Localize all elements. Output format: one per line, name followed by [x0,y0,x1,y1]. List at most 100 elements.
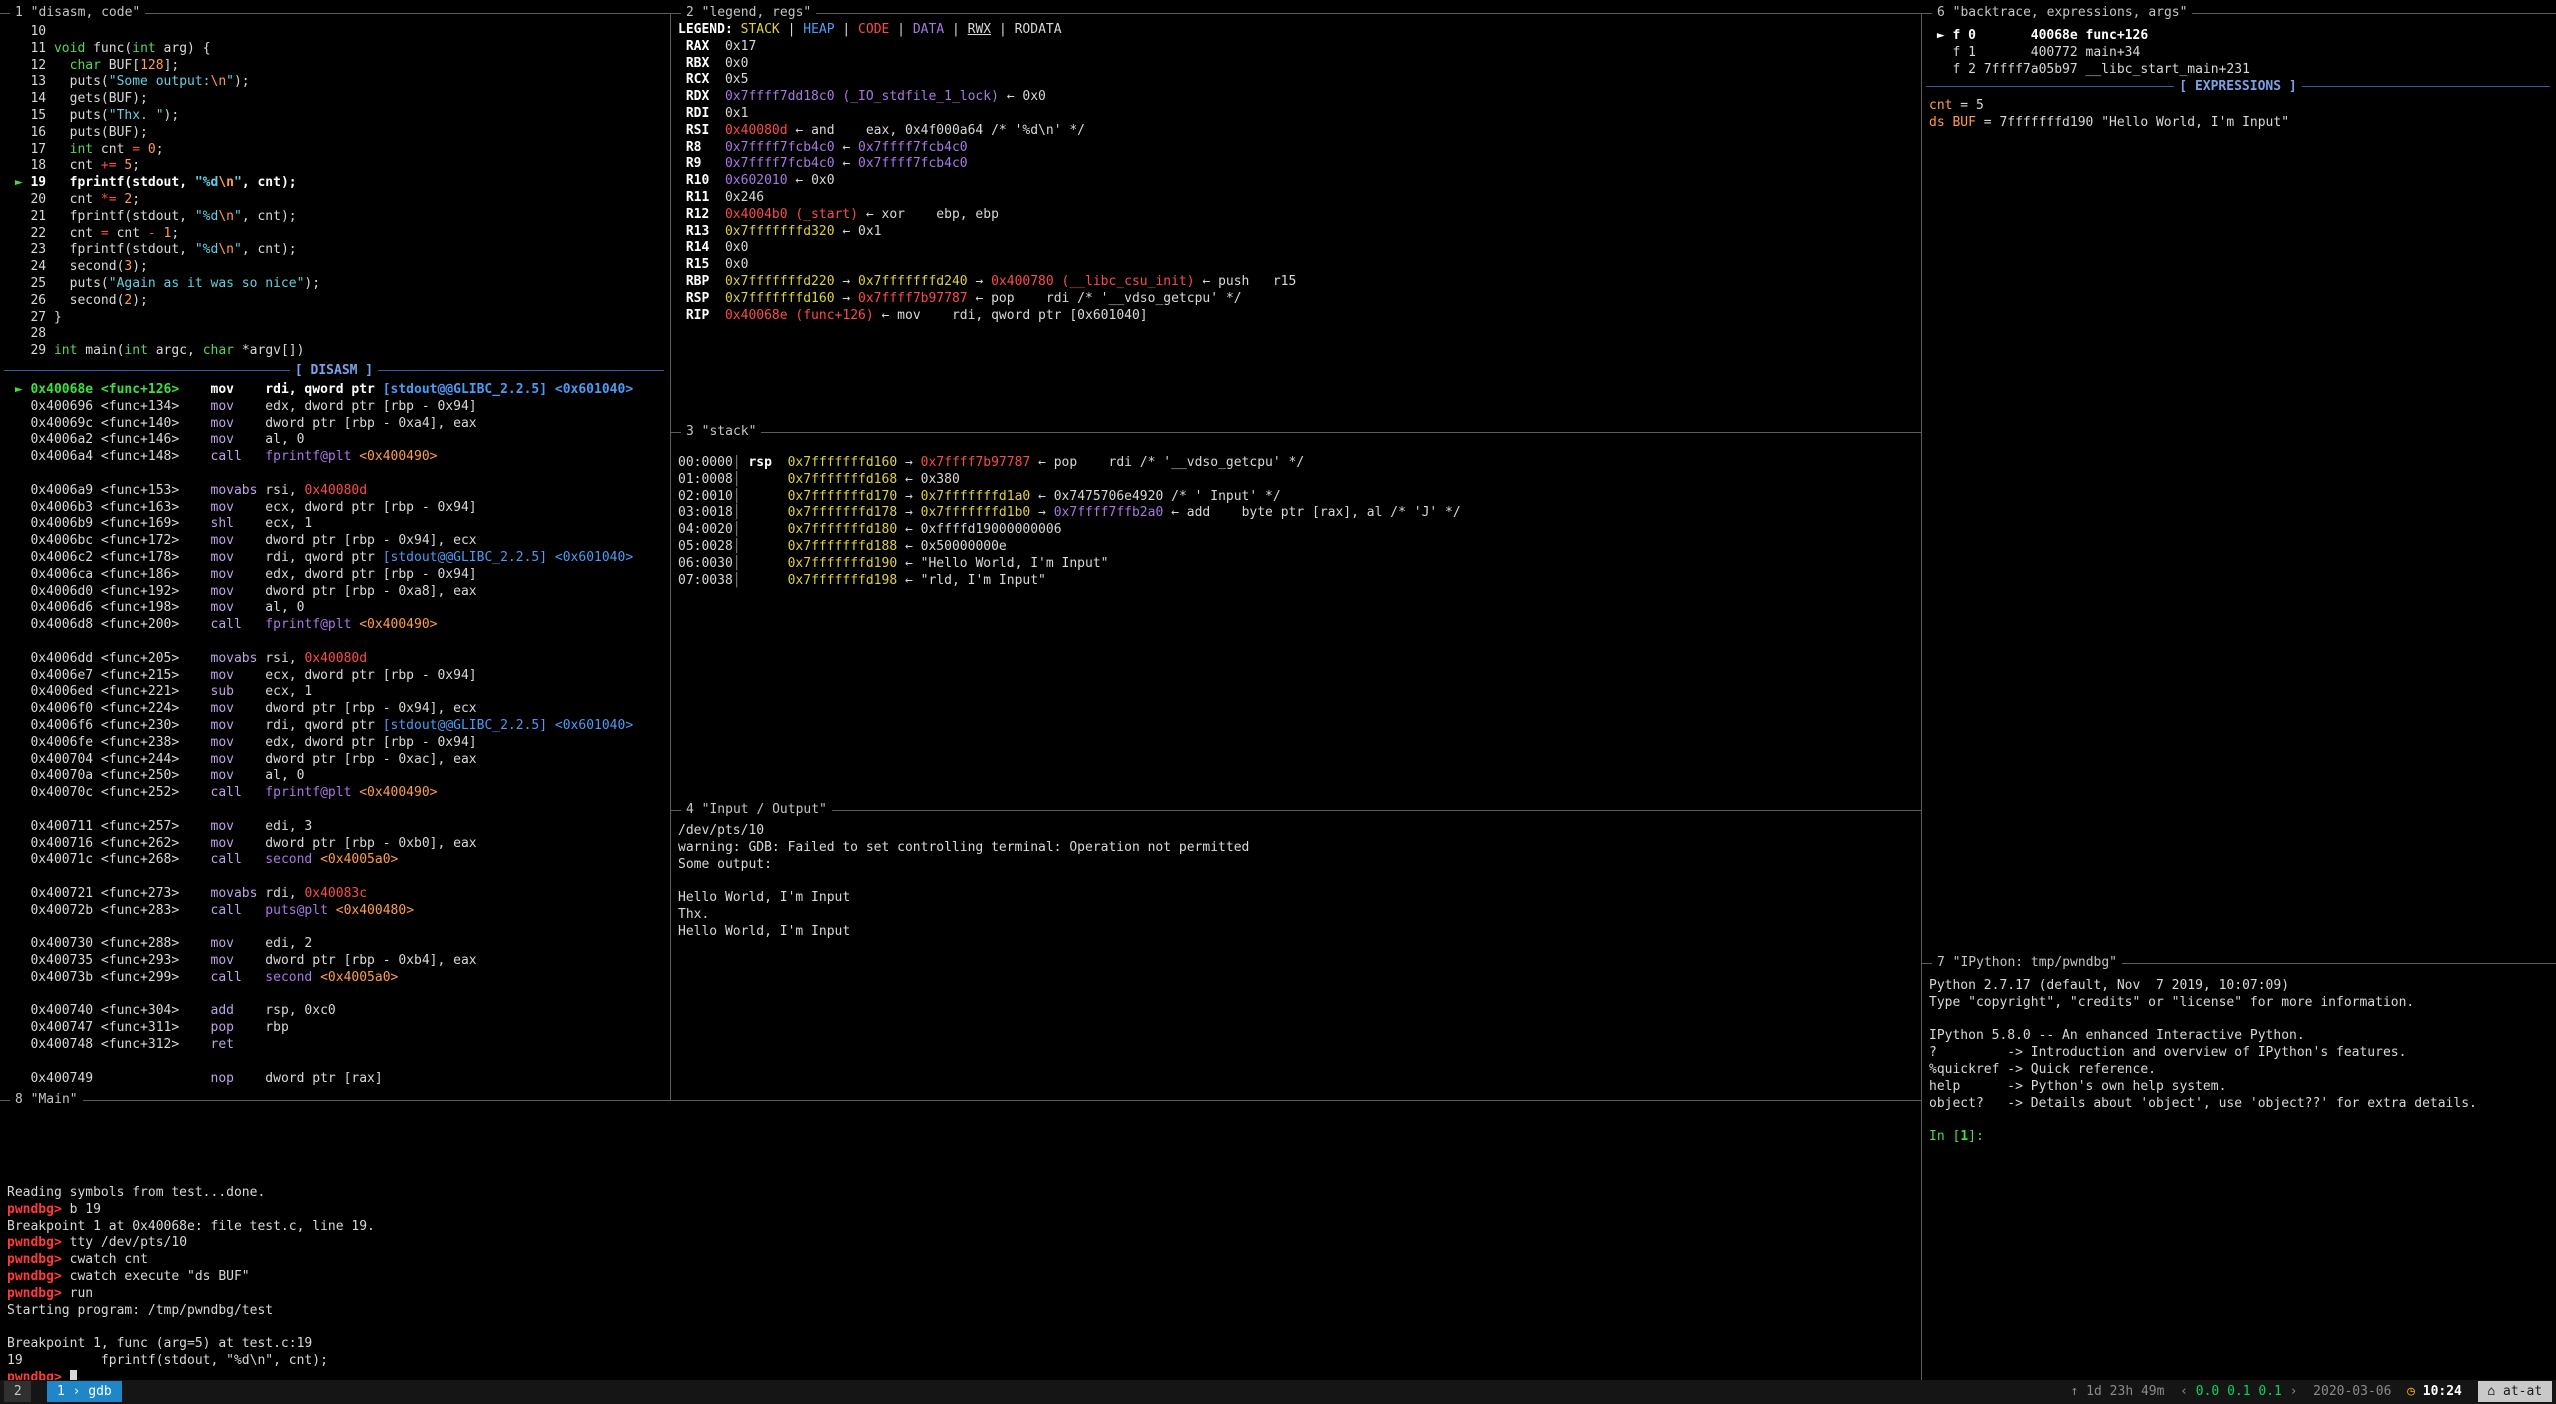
pane-stack[interactable]: 3 "stack" 00:0000│ rsp 0x7fffffffd160 → … [670,432,1921,810]
terminal-line: 0x40073b <func+299> call second <0x4005a… [7,970,668,987]
terminal-line: Some output: [678,857,1919,874]
text-segment: → [897,489,920,504]
text-segment: Starting program: /tmp/pwndbg/test [7,1303,273,1318]
text-segment: 16 puts(BUF); [7,125,148,140]
text-segment: 04:0020 [678,522,733,537]
pane-legend-regs[interactable]: 2 "legend, regs" LEGEND: STACK | HEAP | … [670,13,1921,432]
disasm-section-divider: [ DISASM ] [4,362,664,379]
text-segment: rdi, qword ptr [265,550,382,565]
backtrace-frames: ► f 0 40068e func+126 f 1 400772 main+34… [1929,28,2554,78]
text-segment: 0x7ffff7dd18c0 (_IO_stdfile_1_lock) [725,89,999,104]
text-segment: rsp, 0xc0 [265,1003,335,1018]
text-segment: 0x7fffffffd168 [788,472,898,487]
text-segment: 0x7fffffffd320 [725,224,835,239]
terminal-line: 0x400748 <func+312> ret [7,1037,668,1054]
terminal-line: Python 2.7.17 (default, Nov 7 2019, 10:0… [1929,978,2554,995]
terminal-line: cnt = 5 [1929,98,2554,115]
text-segment: rsi, [265,483,304,498]
text-segment: CODE [858,22,889,37]
text-segment: 23 fprintf(stdout, [7,242,195,257]
text-segment: › [2282,1384,2313,1399]
text-segment: | [835,22,858,37]
pane-main[interactable]: 8 "Main" Reading symbols from test...don… [0,1100,1921,1380]
watch-expressions: cnt = 5ds BUF = 7fffffffd190 "Hello Worl… [1929,98,2554,132]
text-segment: ← "rld, I'm Input" [897,573,1046,588]
text-segment: 03:0018 [678,505,733,520]
text-segment: shl [211,516,266,531]
text-segment: 0x400696 <func+134> [7,399,211,414]
text-segment: [stdout@@GLIBC_2.2.5] <0x601040> [383,550,633,565]
text-segment: cnt [1929,98,1952,113]
text-segment: ecx, dword ptr [rbp - 0x94] [265,668,476,683]
text-segment: │ [733,505,741,520]
text-segment: arg) { [156,41,211,56]
text-segment: 0x4006d0 <func+192> [7,584,211,599]
terminal-line: R10 0x602010 ← 0x0 [678,173,1919,190]
text-segment: 19 fprintf(stdout, [30,175,194,190]
status-left-windows[interactable]: 2 1 › gdb [4,1384,122,1401]
text-segment: - [148,226,156,241]
text-segment: call [211,852,266,867]
terminal-line: 0x400747 <func+311> pop rbp [7,1020,668,1037]
text-segment: <0x4005a0> [320,970,398,985]
text-segment: pwndbg> [7,1235,70,1250]
text-segment: ; [171,226,179,241]
text-segment: → [1030,505,1053,520]
terminal-line: %quickref -> Quick reference. [1929,1062,2554,1079]
text-segment: 0x17 [725,39,756,54]
text-segment: <0x400490> [359,617,437,632]
terminal-line: R9 0x7ffff7fcb4c0 ← 0x7ffff7fcb4c0 [678,156,1919,173]
pane-ipython[interactable]: 7 "IPython: tmp/pwndbg" Python 2.7.17 (d… [1921,963,2556,1380]
text-segment: 14 gets(BUF); [7,91,148,106]
text-segment: 05:0028 [678,539,733,554]
text-segment: 0x7ffff7ffb2a0 [1054,505,1164,520]
text-segment: 26 second( [7,293,124,308]
text-segment: 0x400749 [7,1071,211,1086]
terminal-line: 29 int main(int argc, char *argv[]) [7,343,668,360]
disassembly-listing: ► 0x40068e <func+126> mov rdi, qword ptr… [7,382,668,1087]
pane-backtrace-expressions[interactable]: 6 "backtrace, expressions, args" ► f 0 4… [1921,13,2556,963]
text-segment: "%d [195,242,218,257]
divider-label: [ DISASM ] [290,363,378,378]
terminal-line: RSP 0x7fffffffd160 → 0x7ffff7b97787 ← po… [678,291,1919,308]
terminal-line: f 1 400772 main+34 [1929,45,2554,62]
text-segment: │ [733,522,741,537]
gdb-console: Reading symbols from test...done.pwndbg>… [7,1185,1919,1387]
terminal-line: 0x40070a <func+250> mov al, 0 [7,768,668,785]
text-segment: → [835,274,858,289]
terminal-line: 0x4006dd <func+205> movabs rsi, 0x40080d [7,651,668,668]
terminal-line: 0x400730 <func+288> mov edi, 2 [7,936,668,953]
text-segment: Python 2.7.17 (default, Nov 7 2019, 10:0… [1929,978,2289,993]
text-segment: mov rdi, qword ptr [211,382,383,397]
text-segment: → [835,291,858,306]
text-segment: ► f 0 40068e func+126 [1929,28,2148,43]
text-segment: 2020-03-06 [2313,1384,2407,1399]
pane-regs-title: 2 "legend, regs" [681,5,816,22]
terminal-line [7,1319,1919,1336]
text-segment: │ [733,556,741,571]
text-segment: STACK [741,22,780,37]
terminal-line: 04:0020│ 0x7fffffffd180 ← 0xffffd1900000… [678,522,1919,539]
terminal-line: R12 0x4004b0 (_start) ← xor ebp, ebp [678,207,1919,224]
text-segment: ecx, 1 [265,516,312,531]
text-segment: 0x400730 <func+288> [7,936,211,951]
divider-line [378,370,664,371]
text-segment: ← push r15 [1195,274,1297,289]
text-segment: 19 fprintf(stdout, "%d\n", cnt); [7,1353,328,1368]
terminal-line [7,987,668,1004]
text-segment: rsp [741,455,788,470]
text-segment: 0x0 [725,257,748,272]
text-segment: 0x4006e7 <func+215> [7,668,211,683]
text-segment: ← xor ebp, ebp [858,207,999,222]
pane-ipython-title: 7 "IPython: tmp/pwndbg" [1932,955,2122,972]
pane-disasm-code[interactable]: 1 "disasm, code" 10 11 void func(int arg… [0,13,670,1100]
text-segment: += [101,158,117,173]
text-segment: 13 puts( [7,74,109,89]
text-segment: RCX [678,72,725,87]
terminal-line: Breakpoint 1 at 0x40068e: file test.c, l… [7,1219,1919,1236]
text-segment: mov [211,768,266,783]
text-segment: 0x4006ed <func+221> [7,684,211,699]
text-segment: 0x4006ca <func+186> [7,567,211,582]
text-segment: al, 0 [265,768,304,783]
pane-input-output[interactable]: 4 "Input / Output" /dev/pts/10warning: G… [670,810,1921,1100]
